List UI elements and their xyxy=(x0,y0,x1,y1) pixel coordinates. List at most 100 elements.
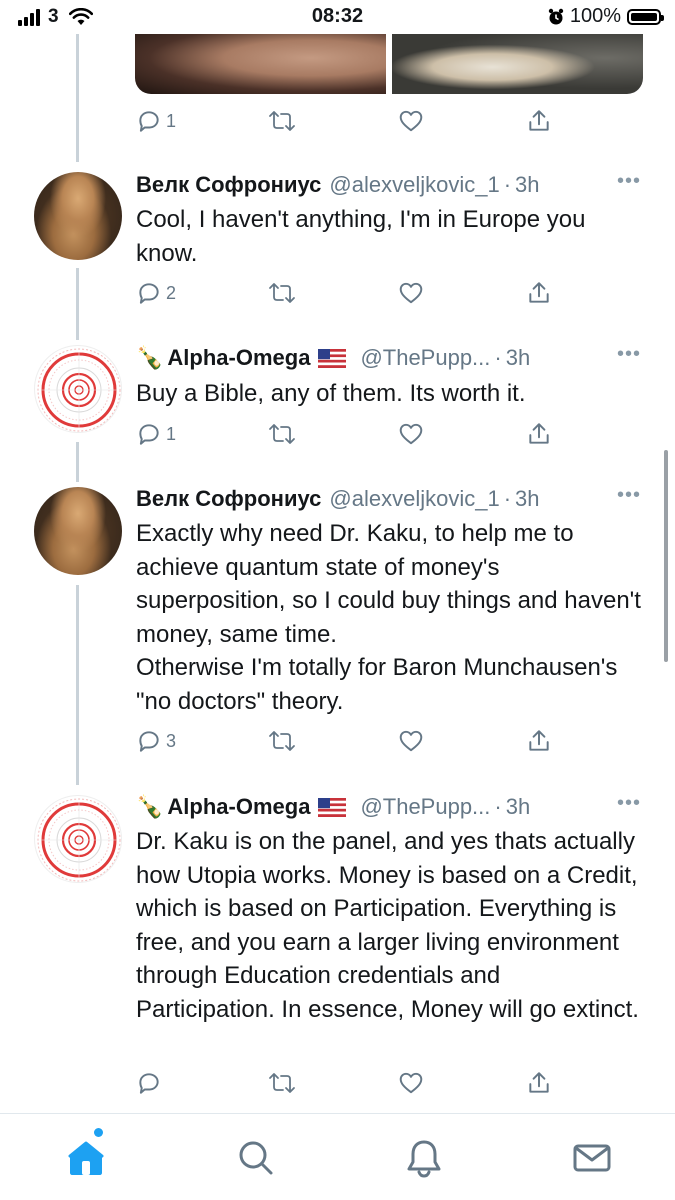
tweet-time: 3h xyxy=(515,486,540,511)
tweet-text: Cool, I haven't anything, I'm in Europe … xyxy=(136,206,586,267)
retweet-icon xyxy=(269,424,295,444)
share-button[interactable] xyxy=(526,280,552,306)
reply-button[interactable]: 2 xyxy=(136,280,176,306)
tweet-actions: 3 xyxy=(136,728,556,762)
retweet-icon xyxy=(269,283,295,303)
more-options-icon[interactable]: ••• xyxy=(617,484,641,507)
thread-line xyxy=(76,585,79,785)
avatar[interactable] xyxy=(34,345,122,433)
reply-button[interactable]: 1 xyxy=(136,421,176,447)
user-handle[interactable]: @alexveljkovic_1 xyxy=(329,486,499,512)
messages-icon xyxy=(573,1144,611,1172)
display-name[interactable]: Alpha-Omega xyxy=(167,794,310,820)
tweet-actions: 1 xyxy=(136,421,556,455)
display-name[interactable]: Велк Софрониус xyxy=(136,172,321,198)
reply-button[interactable]: 1 xyxy=(136,108,176,134)
notifications-icon xyxy=(407,1140,441,1178)
new-content-dot xyxy=(94,1128,103,1137)
heart-icon xyxy=(399,282,423,304)
like-button[interactable] xyxy=(398,280,424,306)
separator-dot: · xyxy=(494,794,502,819)
separator-dot: · xyxy=(494,345,502,370)
bottle-emoji: 🍾 xyxy=(136,794,164,819)
media-image-hand[interactable] xyxy=(135,34,386,94)
tweet-actions xyxy=(136,1070,556,1104)
reply-icon xyxy=(139,111,159,132)
heart-icon xyxy=(399,110,423,132)
tweet-header: 🍾 Alpha-Omega @ThePupp... · 3h ••• xyxy=(136,792,641,822)
tab-home[interactable] xyxy=(64,1128,108,1180)
avatar[interactable] xyxy=(34,795,122,883)
tweet-media[interactable] xyxy=(135,34,643,94)
target-logo-icon xyxy=(37,348,121,432)
heart-icon xyxy=(399,423,423,445)
share-button[interactable] xyxy=(526,728,552,754)
share-button[interactable] xyxy=(526,1070,552,1096)
tab-search[interactable] xyxy=(234,1136,278,1180)
like-button[interactable] xyxy=(398,728,424,754)
retweet-button[interactable] xyxy=(268,108,296,134)
us-flag-icon xyxy=(318,348,347,368)
share-icon xyxy=(529,730,549,751)
retweet-button[interactable] xyxy=(268,421,296,447)
media-image-animal[interactable] xyxy=(392,34,643,94)
reply-button[interactable]: 3 xyxy=(136,728,176,754)
like-button[interactable] xyxy=(398,108,424,134)
reply-icon xyxy=(139,731,159,752)
user-handle[interactable]: @alexveljkovic_1 xyxy=(329,172,499,198)
alarm-icon xyxy=(548,8,564,24)
thread-line xyxy=(76,268,79,340)
tweet-actions: 2 xyxy=(136,280,556,314)
avatar[interactable] xyxy=(34,487,122,575)
more-options-icon[interactable]: ••• xyxy=(617,343,641,366)
bottom-tab-bar xyxy=(0,1113,675,1200)
heart-icon xyxy=(399,1072,423,1094)
tweet-text: Exactly why need Dr. Kaku, to help me to… xyxy=(136,520,641,715)
status-bar: 3 08:32 100% xyxy=(0,0,675,34)
tab-messages[interactable] xyxy=(570,1136,614,1180)
twitter-thread-screen: 3 08:32 100% 1 Велк Софрониус @alexveljk… xyxy=(0,0,675,1200)
reply-icon xyxy=(139,424,159,445)
reply-icon xyxy=(139,283,159,304)
share-button[interactable] xyxy=(526,108,552,134)
share-icon xyxy=(529,1072,549,1093)
user-handle[interactable]: @ThePupp... xyxy=(360,794,490,820)
display-name[interactable]: Велк Софрониус xyxy=(136,486,321,512)
battery-percent: 100% xyxy=(569,5,621,27)
status-right: 100% xyxy=(548,5,664,28)
tweet-time: 3h xyxy=(505,345,531,370)
user-handle[interactable]: @ThePupp... xyxy=(360,345,490,371)
thread-line xyxy=(76,34,79,162)
avatar[interactable] xyxy=(34,172,122,260)
reply-button[interactable] xyxy=(136,1070,162,1096)
retweet-button[interactable] xyxy=(268,1070,296,1096)
tweet-time: 3h xyxy=(515,172,540,197)
retweet-icon xyxy=(269,731,295,751)
tab-notifications[interactable] xyxy=(402,1136,446,1180)
share-icon xyxy=(529,282,549,303)
reply-count: 2 xyxy=(166,282,177,303)
like-button[interactable] xyxy=(398,1070,424,1096)
more-options-icon[interactable]: ••• xyxy=(617,792,641,815)
reply-icon xyxy=(139,1073,159,1094)
retweet-icon xyxy=(269,111,295,131)
share-button[interactable] xyxy=(526,421,552,447)
tweet-header: Велк Софрониус @alexveljkovic_1 · 3h ••• xyxy=(136,170,641,200)
tweet-text: Buy a Bible, any of them. Its worth it. xyxy=(136,380,526,407)
display-name[interactable]: Alpha-Omega xyxy=(167,345,310,371)
retweet-icon xyxy=(269,1073,295,1093)
like-button[interactable] xyxy=(398,421,424,447)
retweet-button[interactable] xyxy=(268,280,296,306)
battery-icon xyxy=(627,8,664,25)
retweet-button[interactable] xyxy=(268,728,296,754)
us-flag-icon xyxy=(318,797,347,817)
bottle-emoji: 🍾 xyxy=(136,345,164,370)
search-icon xyxy=(239,1141,273,1175)
reply-count: 1 xyxy=(166,110,177,131)
more-options-icon[interactable]: ••• xyxy=(617,170,641,193)
tweet-text: Dr. Kaku is on the panel, and yes thats … xyxy=(136,828,639,1023)
separator-dot: · xyxy=(503,172,512,197)
scrollbar[interactable] xyxy=(664,450,668,662)
target-logo-icon xyxy=(37,798,121,882)
thread-line xyxy=(76,442,79,482)
